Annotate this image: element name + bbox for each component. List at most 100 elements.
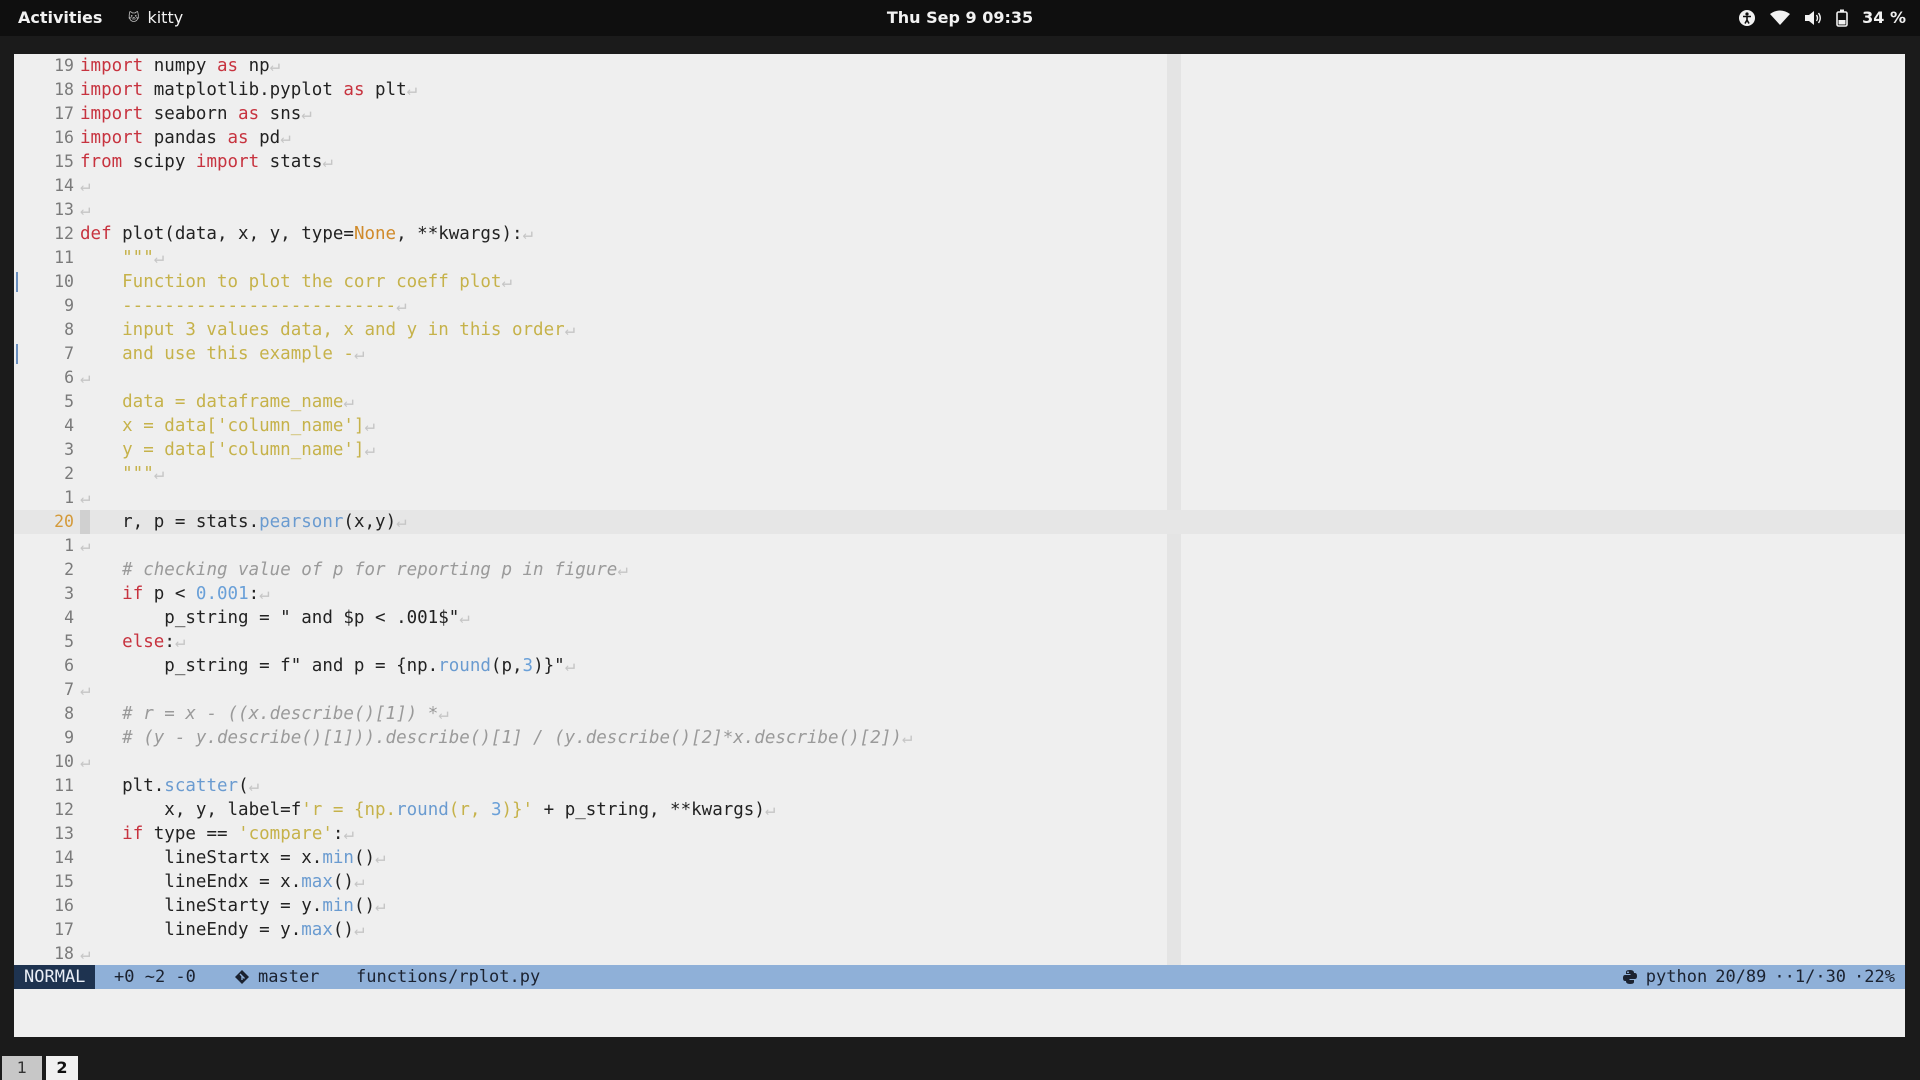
- line-number: 16: [54, 128, 74, 147]
- code-line[interactable]: 12 x, y, label=f'r = {np.round(r, 3)}' +…: [14, 798, 1905, 822]
- code-line[interactable]: 13 ↵: [14, 198, 1905, 222]
- git-change-marker: [16, 272, 18, 292]
- tab-2[interactable]: 2: [46, 1056, 78, 1080]
- app-menu[interactable]: 🐱 kitty: [128, 8, 183, 27]
- code-line[interactable]: 10 Function to plot the corr coeff plot↵: [14, 270, 1905, 294]
- code-line[interactable]: 18 ↵: [14, 942, 1905, 965]
- code-line[interactable]: 4 p_string = " and $p < .001$"↵: [14, 606, 1905, 630]
- clock[interactable]: Thu Sep 9 09:35: [887, 8, 1033, 27]
- code-line[interactable]: 4 x = data['column_name']↵: [14, 414, 1905, 438]
- code-line[interactable]: 15 lineEndx = x.max()↵: [14, 870, 1905, 894]
- code-line[interactable]: 16 import pandas as pd↵: [14, 126, 1905, 150]
- code-text: lineStarty = y.min()↵: [80, 896, 386, 916]
- code-line[interactable]: 9 --------------------------↵: [14, 294, 1905, 318]
- code-text: x = data['column_name']↵: [80, 416, 376, 436]
- line-number: 2: [64, 464, 74, 483]
- line-number: 8: [64, 320, 74, 339]
- code-text: if p < 0.001:↵: [122, 584, 270, 604]
- column-position: ··1/·30: [1774, 967, 1847, 987]
- line-number: 16: [54, 896, 74, 915]
- code-line[interactable]: 18 import matplotlib.pyplot as plt↵: [14, 78, 1905, 102]
- code-line[interactable]: 8 input 3 values data, x and y in this o…: [14, 318, 1905, 342]
- git-branch: master: [234, 965, 319, 989]
- code-line[interactable]: 2 # checking value of p for reporting p …: [14, 558, 1905, 582]
- code-line[interactable]: 15 from scipy import stats↵: [14, 150, 1905, 174]
- line-number: 5: [64, 392, 74, 411]
- code-line[interactable]: 8 # r = x - ((x.describe()[1]) *↵: [14, 702, 1905, 726]
- code-text: if type == 'compare':↵: [122, 824, 354, 844]
- command-line[interactable]: [14, 989, 1905, 1037]
- file-type: python: [1645, 967, 1708, 987]
- code-line[interactable]: 9 # (y - y.describe()[1])).describe()[1]…: [14, 726, 1905, 750]
- code-line[interactable]: 6 ↵: [14, 366, 1905, 390]
- code-text: """↵: [80, 248, 165, 268]
- code-text: else:↵: [122, 632, 186, 652]
- activities-button[interactable]: Activities: [18, 8, 102, 27]
- system-tray[interactable]: 34 %: [1738, 8, 1906, 27]
- code-line[interactable]: 16 lineStarty = y.min()↵: [14, 894, 1905, 918]
- wifi-icon[interactable]: [1770, 10, 1791, 26]
- code-line[interactable]: 19 import numpy as np↵: [14, 54, 1905, 78]
- code-text: --------------------------↵: [80, 296, 407, 316]
- vim-editor[interactable]: 19 import numpy as np↵ 18 import matplotlib…: [14, 54, 1905, 965]
- code-text: lineEndx = x.max()↵: [80, 872, 365, 892]
- code-line[interactable]: 14 ↵: [14, 174, 1905, 198]
- line-number: 4: [64, 416, 74, 435]
- code-line[interactable]: 5 else:↵: [14, 630, 1905, 654]
- line-number: 7: [64, 680, 74, 699]
- code-line[interactable]: 5 data = dataframe_name↵: [14, 390, 1905, 414]
- line-number: 11: [54, 248, 74, 267]
- code-line[interactable]: 17 import seaborn as sns↵: [14, 102, 1905, 126]
- line-number: 1: [64, 536, 74, 555]
- line-number: 18: [54, 80, 74, 99]
- line-number: 20: [54, 512, 74, 531]
- code-line[interactable]: 7 and use this example -↵: [14, 342, 1905, 366]
- code-line[interactable]: 3 y = data['column_name']↵: [14, 438, 1905, 462]
- battery-icon[interactable]: [1836, 9, 1848, 27]
- accessibility-icon[interactable]: [1738, 9, 1756, 27]
- code-line[interactable]: 13 if type == 'compare':↵: [14, 822, 1905, 846]
- line-number: 14: [54, 848, 74, 867]
- line-number: 3: [64, 440, 74, 459]
- code-line[interactable]: 6 p_string = f" and p = {np.round(p,3)}"…: [14, 654, 1905, 678]
- code-text: import pandas as pd↵: [80, 128, 291, 148]
- app-name: kitty: [147, 8, 184, 27]
- code-line[interactable]: 2 """↵: [14, 462, 1905, 486]
- code-line[interactable]: 3 if p < 0.001:↵: [14, 582, 1905, 606]
- code-line[interactable]: 11 plt.scatter(↵: [14, 774, 1905, 798]
- current-code-line[interactable]: 20 r, p = stats.pearsonr(x,y)↵: [14, 510, 1905, 534]
- code-text: ↵: [80, 944, 91, 964]
- line-number: 17: [54, 104, 74, 123]
- code-line[interactable]: 11 """↵: [14, 246, 1905, 270]
- line-number: 14: [54, 176, 74, 195]
- code-text: # (y - y.describe()[1])).describe()[1] /…: [122, 728, 913, 748]
- file-name: functions/rplot.py: [356, 967, 541, 987]
- code-line[interactable]: 7 ↵: [14, 678, 1905, 702]
- tab-bar: 1 2: [0, 1056, 1920, 1080]
- top-bar: Activities 🐱 kitty Thu Sep 9 09:35 34 %: [0, 0, 1920, 36]
- code-text: r, p = stats.pearsonr(x,y)↵: [80, 512, 407, 532]
- code-text: ↵: [80, 488, 91, 508]
- kitty-window[interactable]: 19 import numpy as np↵ 18 import matplotlib…: [14, 54, 1905, 1037]
- tab-1[interactable]: 1: [2, 1056, 42, 1080]
- line-number: 10: [54, 752, 74, 771]
- code-text: ↵: [80, 752, 91, 772]
- code-text: # r = x - ((x.describe()[1]) *↵: [122, 704, 449, 724]
- code-text: ↵: [80, 536, 91, 556]
- code-line[interactable]: 17 lineEndy = y.max()↵: [14, 918, 1905, 942]
- code-line[interactable]: 12 def plot(data, x, y, type=None, **kwar…: [14, 222, 1905, 246]
- line-number: 19: [54, 56, 74, 75]
- line-number: 7: [64, 344, 74, 363]
- volume-icon[interactable]: [1804, 10, 1822, 26]
- line-number: 3: [64, 584, 74, 603]
- mode-indicator: NORMAL: [14, 965, 96, 989]
- code-line[interactable]: 14 lineStartx = x.min()↵: [14, 846, 1905, 870]
- code-line[interactable]: 1 ↵: [14, 534, 1905, 558]
- code-text: input 3 values data, x and y in this ord…: [80, 320, 576, 340]
- git-branch-icon: [235, 970, 249, 984]
- code-line[interactable]: 10 ↵: [14, 750, 1905, 774]
- line-number: 8: [64, 704, 74, 723]
- line-number: 9: [64, 296, 74, 315]
- code-line[interactable]: 1 ↵: [14, 486, 1905, 510]
- code-text: import numpy as np↵: [80, 56, 281, 76]
